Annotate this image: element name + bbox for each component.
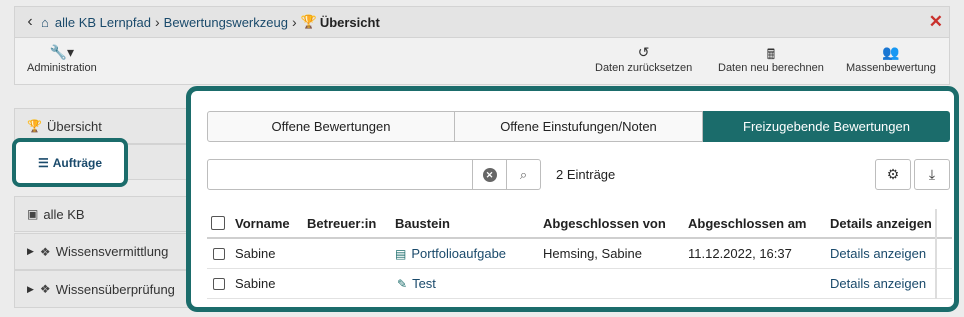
tab-bar: Offene Bewertungen Offene Einstufungen/N…	[207, 111, 950, 142]
details-link[interactable]: Details anzeigen	[830, 269, 926, 298]
cubes-icon: ❖	[39, 244, 51, 259]
search-box: ✕ ⌕	[207, 159, 541, 190]
download-button[interactable]: ⤓	[914, 159, 950, 190]
cube-icon: ▣	[27, 207, 39, 221]
recalculate-button[interactable]: 🖩 Daten neu berechnen	[718, 44, 824, 74]
settings-button[interactable]: ⚙	[875, 159, 911, 190]
download-icon: ⤓	[928, 166, 936, 182]
details-link[interactable]: Details anzeigen	[830, 239, 926, 268]
reset-data-button[interactable]: ↺ Daten zurücksetzen	[595, 44, 692, 74]
wrench-icon: 🔧▾	[49, 44, 75, 60]
breadcrumb-separator: ›	[291, 14, 297, 30]
tab-open-grades[interactable]: Offene Einstufungen/Noten	[455, 111, 703, 142]
gear-icon: ⚙	[886, 166, 900, 182]
tab-open-assessments[interactable]: Offene Bewertungen	[207, 111, 455, 142]
cell-firstname: Sabine	[235, 276, 276, 291]
caret-right-icon[interactable]: ▶	[27, 284, 34, 295]
cell-course-element[interactable]: ✎ Test	[397, 269, 436, 298]
select-all-checkbox-cell	[211, 209, 225, 237]
table-row: Sabine ✎ Test Details anzeigen	[207, 269, 952, 299]
row-checkbox-cell	[213, 239, 225, 268]
search-icon: ⌕	[519, 166, 528, 182]
breadcrumb: ⌂ alle KB Lernpfad › Bewertungswerkzeug …	[41, 14, 380, 30]
administration-label: Administration	[27, 62, 97, 74]
row-checkbox[interactable]	[213, 277, 225, 290]
users-icon: 👥	[882, 44, 900, 60]
table-row: Sabine ▤ Portfolioaufgabe Hemsing, Sabin…	[207, 239, 952, 269]
breadcrumb-current: Übersicht	[319, 14, 380, 30]
sidebar-item-tasks[interactable]: ☰ Aufträge	[12, 138, 128, 187]
cubes-icon: ❖	[39, 282, 51, 296]
breadcrumb-bar: ‹ ⌂ alle KB Lernpfad › Bewertungswerkzeu…	[14, 6, 950, 37]
close-icon[interactable]: ✕	[929, 12, 943, 32]
cell-completed-at: 11.12.2022, 16:37	[688, 246, 792, 261]
sidebar-item-label: Wissensvermittlung	[55, 244, 169, 259]
column-header[interactable]: Abgeschlossen am	[688, 209, 807, 237]
mass-assessment-label: Massenbewertung	[846, 62, 936, 74]
column-header[interactable]: Betreuer:in	[307, 209, 376, 237]
breadcrumb-separator: ›	[154, 14, 160, 30]
course-element-label: Portfolioaufgabe	[411, 246, 507, 261]
column-header[interactable]: Baustein	[395, 209, 450, 237]
calculator-icon: 🖩	[766, 46, 776, 62]
clear-icon: ✕	[482, 167, 497, 182]
sidebar-item-label: Wissensüberprüfung	[55, 281, 175, 297]
sidebar-item-label: alle KB	[43, 206, 85, 222]
edit-square-icon: ✎	[397, 276, 408, 291]
select-all-checkbox[interactable]	[211, 216, 225, 230]
scrollbar[interactable]	[935, 209, 937, 299]
column-header[interactable]: Abgeschlossen von	[543, 209, 666, 237]
sidebar-item-label: Übersicht	[46, 118, 102, 134]
table-header: Vorname Betreuer:in Baustein Abgeschloss…	[207, 209, 952, 239]
reset-data-label: Daten zurücksetzen	[595, 62, 693, 74]
briefcase-icon: ▤	[395, 246, 407, 261]
trophy-icon: 🏆	[300, 14, 317, 29]
search-input[interactable]	[208, 160, 472, 189]
cell-course-element[interactable]: ▤ Portfolioaufgabe	[395, 239, 506, 268]
list-icon: ☰	[37, 155, 49, 170]
main-panel: Offene Bewertungen Offene Einstufungen/N…	[186, 86, 959, 312]
sidebar-item-label: Aufträge	[52, 155, 103, 170]
toolbar: 🔧▾ Administration ↺ Daten zurücksetzen 🖩…	[14, 37, 950, 85]
column-header: Details anzeigen	[830, 215, 932, 231]
search-button[interactable]: ⌕	[506, 160, 540, 189]
row-checkbox-cell	[213, 269, 225, 298]
tab-release-assessments[interactable]: Freizugebende Bewertungen	[703, 111, 950, 142]
chevron-left-icon[interactable]: ‹	[19, 13, 41, 31]
row-checkbox[interactable]	[213, 247, 225, 260]
undo-icon: ↺	[637, 44, 650, 60]
course-element-label: Test	[412, 276, 436, 291]
home-icon[interactable]: ⌂	[41, 15, 49, 30]
cell-firstname: Sabine	[235, 246, 276, 261]
mass-assessment-button[interactable]: 👥 Massenbewertung	[846, 44, 936, 74]
caret-right-icon[interactable]: ▶	[27, 246, 34, 257]
entry-count: 2 Einträge	[556, 167, 616, 182]
breadcrumb-assessment-tool[interactable]: Bewertungswerkzeug	[164, 15, 288, 30]
column-header[interactable]: Vorname	[235, 209, 290, 237]
assessment-table: Vorname Betreuer:in Baustein Abgeschloss…	[207, 209, 952, 299]
administration-button[interactable]: 🔧▾ Administration	[27, 44, 97, 74]
breadcrumb-course[interactable]: alle KB Lernpfad	[55, 15, 151, 30]
cell-completed-by: Hemsing, Sabine	[543, 246, 642, 261]
recalculate-label: Daten neu berechnen	[718, 62, 824, 74]
trophy-icon: 🏆	[27, 119, 42, 133]
clear-search-button[interactable]: ✕	[472, 160, 506, 189]
